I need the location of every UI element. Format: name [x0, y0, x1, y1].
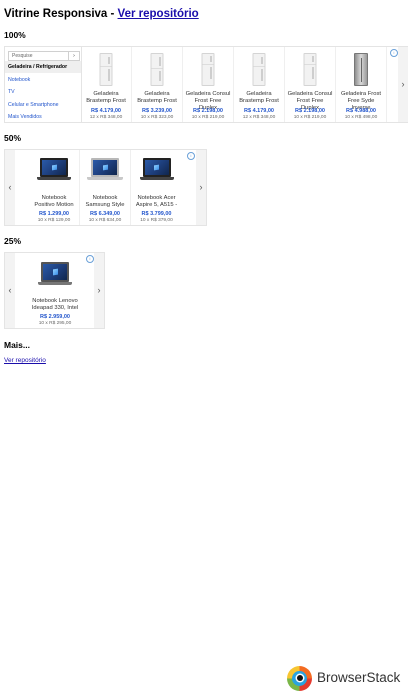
- ad-info-icon[interactable]: i: [187, 152, 195, 160]
- more-heading: Mais...: [4, 340, 30, 350]
- section-heading-50: 50%: [4, 133, 22, 143]
- product-name: Geladeira Brastemp Frost: [86, 91, 126, 104]
- product-price: R$ 6.349,00: [90, 211, 120, 217]
- white-fridge-icon: [99, 53, 113, 86]
- product-card[interactable]: Geladeira Consul Frost Free Duplex R$ 2.…: [285, 47, 336, 122]
- search-button[interactable]: ›: [68, 52, 79, 60]
- gray-laptop-icon: [38, 262, 72, 291]
- product-price: R$ 4.988,00: [346, 108, 376, 114]
- prev-arrow-icon[interactable]: ‹: [5, 150, 15, 225]
- product-price: R$ 3.239,00: [142, 108, 172, 114]
- white-fridge-icon: [201, 53, 215, 86]
- product-card[interactable]: Geladeira Brastemp Frost R$ 3.239,00 10 …: [132, 47, 183, 122]
- silver-laptop-icon: [87, 158, 123, 187]
- menu-item-tv[interactable]: TV: [5, 86, 81, 98]
- next-arrow-icon[interactable]: ›: [94, 253, 104, 328]
- repo-link-bottom[interactable]: Ver repositório: [4, 357, 46, 364]
- showcase-25: ‹ Notebook Lenovo Ideapad 330, Intel R$ …: [4, 252, 105, 329]
- product-price: R$ 4.179,00: [244, 108, 274, 114]
- menu-item-mais-vendidos[interactable]: Mais Vendidos: [5, 111, 81, 123]
- browserstack-brand: BrowserStack: [317, 670, 401, 685]
- product-installments: 10 x R$ 219,00: [191, 115, 225, 120]
- menu-item-celular[interactable]: Celular e Smartphone: [5, 99, 81, 111]
- product-installments: 10 x R$ 379,00: [140, 218, 173, 223]
- product-name: Notebook Acer Aspire 5, A515 -: [135, 195, 178, 208]
- category-menu: Pesquise › Geladeira / Refrigerador Note…: [5, 47, 82, 122]
- repo-link[interactable]: Ver repositório: [118, 8, 199, 20]
- product-card[interactable]: Geladeira Consul Frost Free Duplex R$ 2.…: [183, 47, 234, 122]
- ad-info-icon[interactable]: i: [86, 255, 94, 263]
- product-price: R$ 4.179,00: [91, 108, 121, 114]
- product-installments: 10 x R$ 634,00: [88, 218, 122, 223]
- product-name: Notebook Lenovo Ideapad 330, Intel: [31, 298, 79, 311]
- product-installments: 10 x R$ 129,00: [37, 218, 71, 223]
- dark-laptop-icon: [37, 158, 71, 187]
- search-placeholder: Pesquise: [12, 53, 33, 59]
- white-fridge-icon: [303, 53, 317, 86]
- product-name: Geladeira Brastemp Frost: [239, 91, 279, 104]
- product-card[interactable]: Geladeira Brastemp Frost R$ 4.179,00 12 …: [81, 47, 132, 122]
- browserstack-logo-icon: [287, 666, 312, 691]
- product-price: R$ 3.799,00: [141, 211, 172, 217]
- product-name: Geladeira Brastemp Frost: [137, 91, 177, 104]
- product-name: Notebook Positivo Motion: [34, 195, 74, 208]
- steel-fridge-icon: [354, 53, 368, 86]
- page-title-text: Vitrine Responsiva -: [4, 8, 118, 20]
- product-installments: 10 x R$ 498,00: [344, 115, 378, 120]
- product-installments: 10 x R$ 219,00: [293, 115, 327, 120]
- prev-arrow-icon[interactable]: ‹: [5, 253, 15, 328]
- showcase-100: Pesquise › Geladeira / Refrigerador Note…: [4, 46, 408, 123]
- product-name: Notebook Samsung Style: [85, 195, 125, 208]
- white-fridge-icon: [150, 53, 164, 86]
- menu-item-notebook[interactable]: Notebook: [5, 74, 81, 86]
- product-card[interactable]: Notebook Positivo Motion R$ 1.299,00 10 …: [29, 150, 80, 225]
- product-price: R$ 2.198,00: [295, 108, 325, 114]
- product-card[interactable]: Geladeira Brastemp Frost R$ 4.179,00 12 …: [234, 47, 285, 122]
- product-card[interactable]: Notebook Lenovo Ideapad 330, Intel R$ 2.…: [29, 253, 81, 328]
- product-price: R$ 2.959,00: [40, 314, 70, 320]
- ad-info-icon[interactable]: i: [390, 49, 398, 57]
- page-title: Vitrine Responsiva - Ver repositório: [4, 8, 199, 20]
- menu-item-geladeira[interactable]: Geladeira / Refrigerador: [5, 61, 81, 73]
- product-installments: 12 x R$ 348,00: [242, 115, 276, 120]
- dark-laptop-icon: [139, 158, 174, 187]
- product-card[interactable]: Notebook Acer Aspire 5, A515 - R$ 3.799,…: [131, 150, 182, 225]
- product-installments: 10 x R$ 295,00: [38, 321, 72, 326]
- search-input[interactable]: Pesquise ›: [8, 51, 80, 61]
- white-fridge-icon: [252, 53, 266, 86]
- next-arrow-icon[interactable]: ›: [398, 47, 408, 122]
- product-installments: 10 x R$ 323,00: [140, 115, 174, 120]
- product-card[interactable]: Geladeira Frost Free Syde Inverse R$ 4.9…: [336, 47, 387, 122]
- product-price: R$ 1.299,00: [39, 211, 69, 217]
- showcase-50: ‹ Notebook Positivo Motion R$ 1.299,00 1…: [4, 149, 207, 226]
- product-card[interactable]: Notebook Samsung Style R$ 6.349,00 10 x …: [80, 150, 131, 225]
- section-heading-25: 25%: [4, 236, 22, 246]
- next-arrow-icon[interactable]: ›: [196, 150, 206, 225]
- section-heading-100: 100%: [4, 30, 26, 40]
- product-price: R$ 2.198,00: [193, 108, 223, 114]
- product-installments: 12 x R$ 348,00: [89, 115, 123, 120]
